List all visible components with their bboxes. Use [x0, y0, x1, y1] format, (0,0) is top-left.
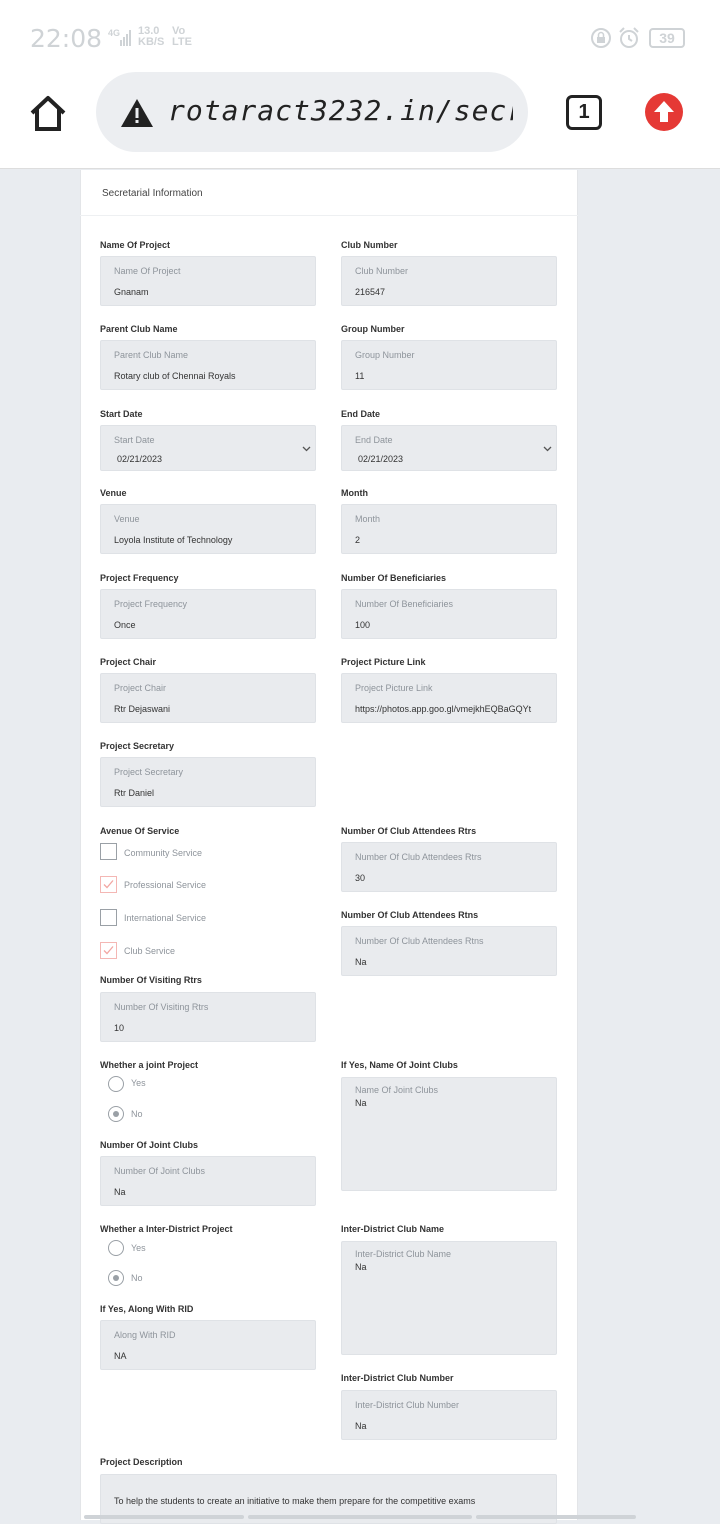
checkbox-label: International Service [124, 913, 207, 923]
radio-label: Yes [131, 1078, 146, 1088]
joint-no-radio[interactable] [108, 1106, 124, 1122]
checkbox-label: Club Service [124, 946, 176, 956]
status-bar: 22:08 4G 13.0 KB/S Vo LTE 39 [0, 0, 720, 72]
beneficiaries-label: Number Of Beneficiaries [341, 573, 447, 583]
attendees-rtns-input[interactable]: Number Of Club Attendees Rtns Na [341, 926, 557, 976]
lock-rotation-icon [591, 28, 611, 48]
club-number-input[interactable]: Club Number 216547 [341, 256, 557, 306]
signal-icon [120, 30, 131, 46]
month-label: Month [341, 488, 368, 498]
professional-service-checkbox[interactable] [100, 876, 117, 893]
month-input[interactable]: Month 2 [341, 504, 557, 554]
group-number-input[interactable]: Group Number 11 [341, 340, 557, 390]
project-chair-input[interactable]: Project Chair Rtr Dejaswani [100, 673, 316, 723]
rid-label: If Yes, Along With RID [100, 1304, 194, 1314]
end-date-label: End Date [341, 409, 381, 419]
attendees-rtrs-label: Number Of Club Attendees Rtrs [341, 826, 477, 836]
section-title: Secretarial Information [102, 188, 203, 199]
group-number-label: Group Number [341, 324, 405, 334]
project-chair-label: Project Chair [100, 657, 157, 667]
project-description-label: Project Description [100, 1457, 183, 1467]
scrollbar-segment [476, 1515, 636, 1519]
net-speed: 13.0 KB/S [138, 25, 165, 48]
alarm-icon [619, 27, 639, 48]
chevron-down-icon [543, 446, 552, 452]
clock: 22:08 [30, 24, 103, 53]
inter-district-yes-radio[interactable] [108, 1240, 124, 1256]
community-service-checkbox[interactable] [100, 843, 117, 860]
radio-label: No [131, 1273, 143, 1283]
joint-yes-radio[interactable] [108, 1076, 124, 1092]
inter-club-number-label: Inter-District Club Number [341, 1373, 454, 1383]
checkbox-label: Professional Service [124, 880, 207, 890]
name-of-project-input[interactable]: Name Of Project Gnanam [100, 256, 316, 306]
inter-district-label: Whether a Inter-District Project [100, 1224, 233, 1234]
joint-clubs-number-label: Number Of Joint Clubs [100, 1140, 199, 1150]
venue-label: Venue [100, 488, 127, 498]
joint-project-label: Whether a joint Project [100, 1060, 199, 1070]
start-date-select[interactable]: Start Date 02/21/2023 [100, 425, 316, 471]
project-frequency-input[interactable]: Project Frequency Once [100, 589, 316, 639]
visiting-rtrs-input[interactable]: Number Of Visiting Rtrs 10 [100, 992, 316, 1042]
beneficiaries-input[interactable]: Number Of Beneficiaries 100 [341, 589, 557, 639]
home-icon[interactable] [28, 94, 68, 132]
url-text[interactable]: rotaract3232.in/secretar [168, 94, 513, 134]
avenue-of-service-label: Avenue Of Service [100, 826, 180, 836]
attendees-rtrs-input[interactable]: Number Of Club Attendees Rtrs 30 [341, 842, 557, 892]
attendees-rtns-label: Number Of Club Attendees Rtns [341, 910, 479, 920]
network-type: 4G [108, 28, 121, 38]
inter-club-number-input[interactable]: Inter-District Club Number Na [341, 1390, 557, 1440]
scrollbar-segment [248, 1515, 472, 1519]
picture-link-input[interactable]: Project Picture Link https://photos.app.g… [341, 673, 557, 723]
check-icon [103, 880, 114, 889]
club-number-label: Club Number [341, 240, 398, 250]
project-secretary-input[interactable]: Project Secretary Rtr Daniel [100, 757, 316, 807]
inter-club-name-textarea[interactable]: Inter-District Club Name Na [341, 1241, 557, 1355]
venue-input[interactable]: Venue Loyola Institute of Technology [100, 504, 316, 554]
warning-icon[interactable] [120, 98, 154, 128]
chevron-down-icon [302, 446, 311, 452]
parent-club-name-label: Parent Club Name [100, 324, 178, 334]
visiting-rtrs-label: Number Of Visiting Rtrs [100, 975, 202, 985]
rid-input[interactable]: Along With RID NA [100, 1320, 316, 1370]
name-of-project-label: Name Of Project [100, 240, 171, 250]
checkbox-label: Community Service [124, 848, 203, 858]
radio-label: No [131, 1109, 143, 1119]
radio-label: Yes [131, 1243, 146, 1253]
project-frequency-label: Project Frequency [100, 573, 179, 583]
update-icon[interactable] [645, 93, 683, 131]
joint-clubs-name-textarea[interactable]: Name Of Joint Clubs Na [341, 1077, 557, 1191]
picture-link-label: Project Picture Link [341, 657, 426, 667]
international-service-checkbox[interactable] [100, 909, 117, 926]
joint-clubs-number-input[interactable]: Number Of Joint Clubs Na [100, 1156, 316, 1206]
end-date-select[interactable]: End Date 02/21/2023 [341, 425, 557, 471]
divider [80, 215, 578, 216]
club-service-checkbox[interactable] [100, 942, 117, 959]
battery-icon: 39 [649, 28, 685, 48]
inter-district-no-radio[interactable] [108, 1270, 124, 1286]
scrollbar-segment [84, 1515, 244, 1519]
tabs-icon[interactable]: 1 [566, 95, 602, 130]
parent-club-name-input[interactable]: Parent Club Name Rotary club of Chennai R… [100, 340, 316, 390]
inter-club-name-label: Inter-District Club Name [341, 1224, 445, 1234]
project-secretary-label: Project Secretary [100, 741, 175, 751]
start-date-label: Start Date [100, 409, 143, 419]
joint-clubs-name-label: If Yes, Name Of Joint Clubs [341, 1060, 458, 1070]
volte-indicator: Vo LTE [172, 25, 192, 48]
check-icon [103, 946, 114, 955]
